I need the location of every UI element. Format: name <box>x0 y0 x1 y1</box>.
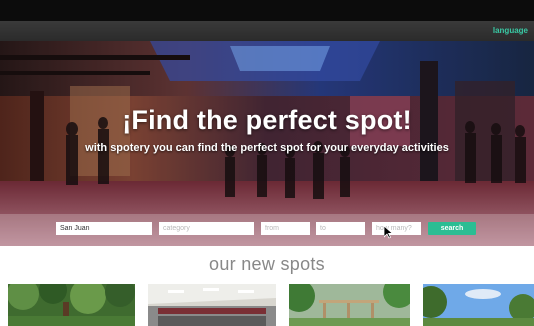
window-top-bar <box>0 0 534 21</box>
sky-trees-photo <box>423 284 534 326</box>
spot-card[interactable] <box>8 284 135 326</box>
search-button[interactable]: search <box>428 222 476 235</box>
mouse-pointer-icon <box>384 226 393 239</box>
conference-room-photo <box>148 284 276 326</box>
how-many-input[interactable] <box>372 222 421 235</box>
park-pergola-photo <box>289 284 410 326</box>
hero-subtitle: with spotery you can find the perfect sp… <box>85 142 449 154</box>
spot-card[interactable] <box>423 284 534 326</box>
top-nav-bar: language <box>0 21 534 41</box>
from-date-input[interactable] <box>261 222 310 235</box>
spot-card[interactable] <box>289 284 410 326</box>
language-link[interactable]: language <box>493 26 528 35</box>
spot-card[interactable] <box>148 284 276 326</box>
location-input[interactable] <box>56 222 152 235</box>
to-date-input[interactable] <box>316 222 365 235</box>
category-input[interactable] <box>159 222 254 235</box>
hero-title: ¡Find the perfect spot! <box>122 105 412 135</box>
section-title-new-spots: our new spots <box>209 254 325 274</box>
garden-photo <box>8 284 135 326</box>
